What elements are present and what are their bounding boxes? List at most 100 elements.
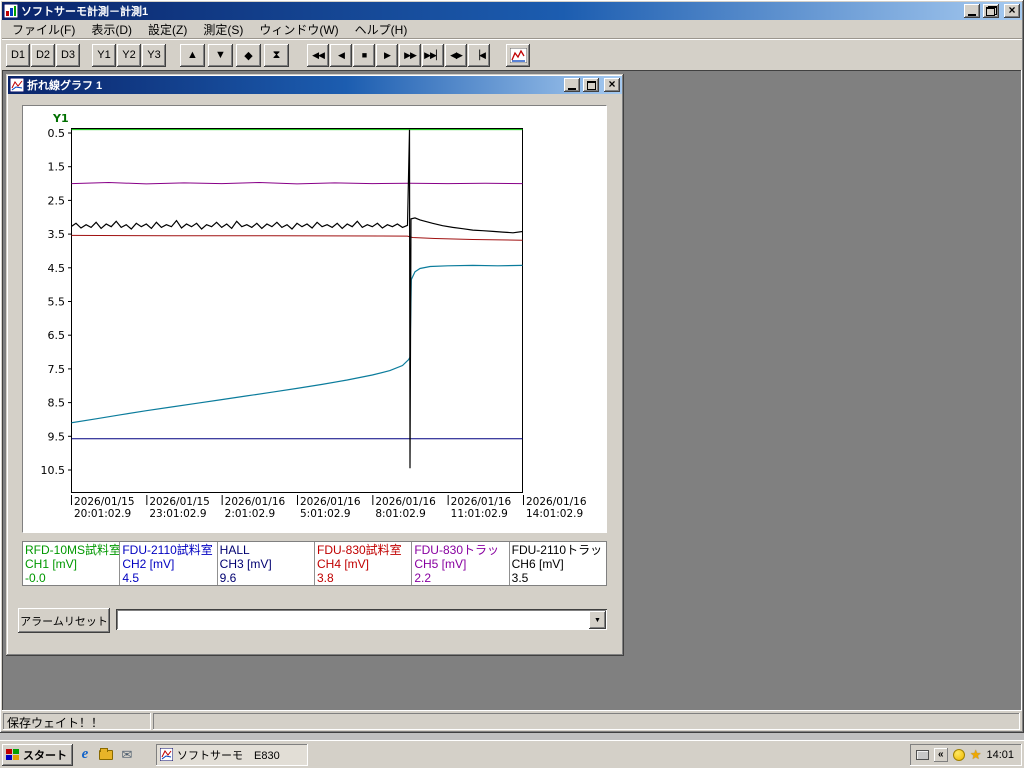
menu-help[interactable]: ヘルプ(H)	[347, 19, 416, 40]
app-icon[interactable]	[4, 4, 18, 18]
internet-explorer-icon[interactable]: e	[76, 746, 94, 764]
channel-value: 9.6	[219, 571, 237, 585]
channel-id: CH2 [mV]	[122, 557, 175, 571]
legend-cell-ch1: RFD-10MS試料室 CH1 [mV] -0.0	[23, 542, 121, 585]
graph-window-icon[interactable]	[10, 78, 24, 92]
minimize-icon	[568, 86, 576, 90]
step-forward-button[interactable]: ▶	[376, 43, 398, 67]
svg-text:9.5: 9.5	[48, 430, 66, 443]
graph-minimize-button[interactable]	[564, 78, 580, 92]
line-chart: Y1 0.5 1.5 2.5 3.5 4.5 5.5 6.5 7.5 8.5 9.5 10.5 2026…	[22, 105, 607, 533]
svg-text:8.5: 8.5	[48, 397, 66, 410]
go-to-start-button[interactable]: ▕◀	[468, 43, 490, 67]
mdi-client-area: 折れ線グラフ 1 × Y1 0.5 1.5 2.5 3.5 4.5 5.5 6.5 7.5 8.5…	[2, 70, 1022, 711]
display-d2-button[interactable]: D2	[31, 43, 55, 67]
status-bar: 保存ウェイト！！	[2, 711, 1022, 731]
menu-bar: ファイル(F) 表示(D) 設定(Z) 測定(S) ウィンドウ(W) ヘルプ(H…	[2, 20, 1022, 39]
channel-value: 3.5	[511, 571, 529, 585]
toolbar: D1 D2 D3 Y1 Y2 Y3 ▲ ▼ ◆ ⧗ ◀◀ ◀ ■ ▶ ▶▶ ▶▶…	[2, 39, 1022, 70]
svg-text:20:01:02.9: 20:01:02.9	[74, 508, 131, 520]
svg-text:2026/01/15: 2026/01/15	[74, 496, 135, 508]
svg-text:23:01:02.9: 23:01:02.9	[149, 508, 206, 520]
minimize-icon	[968, 12, 976, 16]
menu-settings[interactable]: 設定(Z)	[140, 19, 195, 40]
step-back-button[interactable]: ◀	[330, 43, 352, 67]
start-label: スタート	[23, 749, 67, 762]
scroll-down-button[interactable]: ▼	[208, 43, 233, 67]
alert-tray-icon[interactable]	[952, 748, 965, 761]
legend-cell-ch4: FDU-830試料室 CH4 [mV] 3.8	[315, 542, 413, 585]
go-to-latest-button[interactable]: ▶▶▏	[422, 43, 444, 67]
graph-display-button[interactable]	[506, 43, 530, 67]
task-button-softthermo[interactable]: ソフトサーモ E830	[156, 743, 308, 766]
channel-value: 4.5	[122, 571, 140, 585]
system-tray: « ★ 14:01	[910, 744, 1022, 766]
svg-text:8:01:02.9: 8:01:02.9	[375, 508, 426, 520]
time-compress-button[interactable]: ⧗	[264, 43, 289, 67]
svg-text:2026/01/16: 2026/01/16	[451, 496, 512, 508]
start-button[interactable]: スタート	[2, 743, 73, 766]
collapse-tray-button[interactable]: «	[933, 747, 948, 762]
axis-y2-button[interactable]: Y2	[117, 43, 141, 67]
restore-button[interactable]	[983, 4, 999, 18]
svg-text:2:01:02.9: 2:01:02.9	[225, 508, 276, 520]
svg-text:6.5: 6.5	[48, 329, 66, 342]
scroll-up-button[interactable]: ▲	[180, 43, 205, 67]
svg-text:5:01:02.9: 5:01:02.9	[300, 508, 351, 520]
task-app-icon	[160, 748, 173, 761]
axis-y1-button[interactable]: Y1	[92, 43, 116, 67]
close-button[interactable]: ×	[1004, 4, 1020, 18]
svg-text:0.5: 0.5	[48, 127, 66, 140]
fast-forward-button[interactable]: ▶▶	[399, 43, 421, 67]
restore-icon	[985, 6, 997, 16]
expand-range-button[interactable]: ◀▶	[445, 43, 467, 67]
channel-name: FDU-830トラッ	[414, 543, 499, 557]
menu-measure[interactable]: 測定(S)	[195, 19, 251, 40]
svg-text:2026/01/16: 2026/01/16	[375, 496, 436, 508]
taskbar-clock: 14:01	[986, 748, 1014, 761]
close-icon: ×	[1008, 3, 1016, 17]
alarm-combo-value[interactable]	[116, 609, 587, 631]
stop-button[interactable]: ■	[353, 43, 375, 67]
graph-close-button[interactable]: ×	[604, 78, 620, 92]
svg-text:10.5: 10.5	[41, 464, 66, 477]
svg-text:11:01:02.9: 11:01:02.9	[451, 508, 508, 520]
channel-id: CH3 [mV]	[219, 557, 272, 571]
channel-id: CH6 [mV]	[511, 557, 564, 571]
graph-maximize-button[interactable]	[583, 78, 599, 92]
svg-text:4.5: 4.5	[48, 262, 66, 275]
display-d3-button[interactable]: D3	[56, 43, 80, 67]
legend-cell-ch3: HALL CH3 [mV] 9.6	[218, 542, 315, 585]
zoom-vertical-button[interactable]: ◆	[236, 43, 261, 67]
channel-name: FDU-2110トラッ	[511, 543, 603, 557]
alarm-combo[interactable]: ▼	[116, 609, 608, 631]
channel-name: HALL	[219, 543, 250, 557]
channel-name: RFD-10MS試料室	[25, 543, 121, 557]
alarm-reset-button[interactable]: アラームリセット	[18, 608, 110, 633]
minimize-button[interactable]	[964, 4, 980, 18]
menu-view[interactable]: 表示(D)	[83, 19, 140, 40]
status-extra-panel	[153, 713, 1020, 730]
status-message: 保存ウェイト！！	[3, 713, 151, 730]
display-d1-button[interactable]: D1	[6, 43, 30, 67]
mail-shortcut-icon[interactable]: ✉	[118, 746, 136, 764]
window-title: ソフトサーモ計測－計測1	[21, 6, 149, 18]
svg-text:2026/01/16: 2026/01/16	[526, 496, 587, 508]
channel-name: FDU-2110試料室	[122, 543, 213, 557]
legend-cell-ch2: FDU-2110試料室 CH2 [mV] 4.5	[120, 542, 218, 585]
input-method-icon[interactable]	[915, 749, 929, 760]
folder-shortcut-icon[interactable]	[97, 746, 115, 764]
channel-id: CH1 [mV]	[25, 557, 78, 571]
channel-legend: RFD-10MS試料室 CH1 [mV] -0.0 FDU-2110試料室 CH…	[22, 541, 607, 586]
svg-text:Y1: Y1	[52, 112, 69, 125]
application-window: ソフトサーモ計測－計測1 × ファイル(F) 表示(D) 設定(Z) 測定(S)…	[0, 0, 1024, 733]
combo-dropdown-icon[interactable]: ▼	[589, 611, 606, 629]
menu-file[interactable]: ファイル(F)	[4, 19, 83, 40]
menu-window[interactable]: ウィンドウ(W)	[251, 19, 346, 40]
axis-y3-button[interactable]: Y3	[142, 43, 166, 67]
graph-icon	[509, 47, 527, 63]
fast-rewind-button[interactable]: ◀◀	[307, 43, 329, 67]
star-tray-icon[interactable]: ★	[970, 748, 982, 761]
ie-e-glyph: e	[81, 746, 89, 762]
svg-text:1.5: 1.5	[48, 161, 66, 174]
